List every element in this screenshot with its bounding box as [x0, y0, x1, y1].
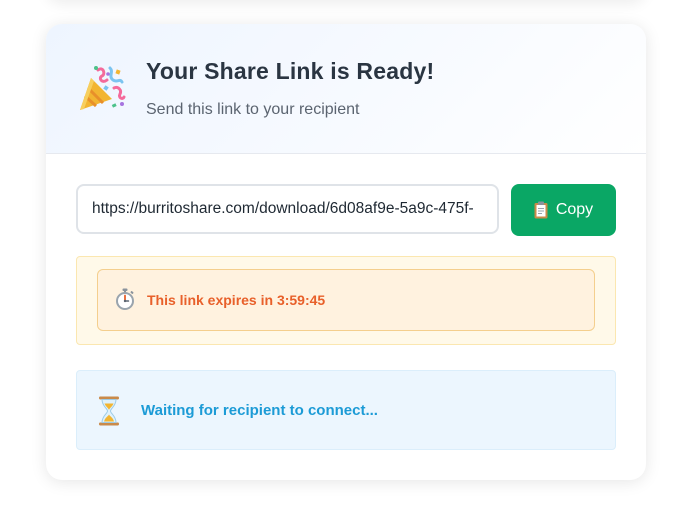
card-header: Your Share Link is Ready! Send this link… — [46, 24, 646, 154]
expiry-prefix: This link expires in — [147, 292, 277, 308]
stopwatch-icon — [116, 288, 134, 310]
expiry-time: 3:59:45 — [276, 292, 326, 308]
expiry-inner-box: This link expires in 3:59:45 — [97, 269, 595, 331]
share-link-card: Your Share Link is Ready! Send this link… — [46, 24, 646, 480]
share-link-input[interactable] — [76, 184, 499, 234]
copy-button-label: Copy — [555, 201, 594, 218]
waiting-text: Waiting for recipient to connect... — [141, 402, 378, 419]
page-subtitle: Send this link to your recipient — [146, 101, 360, 118]
copy-button[interactable]: Copy — [511, 184, 616, 236]
clipboard-icon — [534, 201, 548, 219]
page-title: Your Share Link is Ready! — [146, 58, 435, 84]
hourglass-icon — [99, 396, 119, 426]
waiting-status: Waiting for recipient to connect... — [76, 370, 616, 450]
expiry-notice: This link expires in 3:59:45 — [76, 256, 616, 345]
party-popper-icon — [80, 66, 126, 110]
expiry-text: This link expires in 3:59:45 — [147, 292, 325, 308]
